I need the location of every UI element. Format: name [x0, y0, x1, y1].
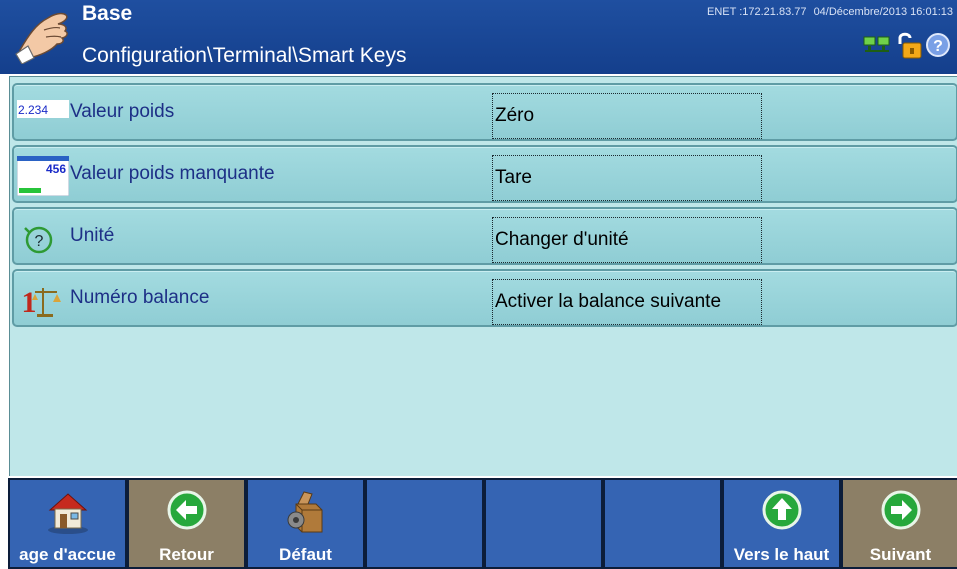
header-bar: Base Configuration\Terminal\Smart Keys E…: [0, 0, 957, 74]
row-label: Unité: [70, 225, 115, 246]
softkey-label: Retour: [159, 545, 214, 564]
breadcrumb: Configuration\Terminal\Smart Keys: [82, 44, 407, 67]
default-button[interactable]: Défaut: [246, 478, 365, 569]
row-value-field[interactable]: Activer la balance suivante: [492, 279, 762, 325]
arrow-up-icon: [724, 488, 839, 536]
default-box-icon: [248, 488, 363, 536]
scale-number-icon-text: 1: [22, 286, 37, 319]
help-icon[interactable]: ?: [925, 32, 951, 63]
missing-weight-icon-text: 456: [46, 162, 66, 176]
status-readout: ENET :172.21.83.77 04/Décembre/2013 16:0…: [703, 6, 953, 18]
date-time: 04/Décembre/2013 16:01:13: [813, 6, 953, 18]
unit-question-icon: ?: [17, 218, 69, 258]
scale-number-icon: 1: [17, 280, 69, 320]
next-button[interactable]: Suivant: [841, 478, 957, 569]
empty-softkey[interactable]: [365, 478, 484, 569]
smart-keys-list: 2.234 Valeur poids Zéro 456 Valeur poids…: [9, 76, 957, 476]
svg-text:?: ?: [933, 38, 943, 55]
unlocked-padlock-icon: [896, 30, 922, 65]
list-item[interactable]: 2.234 Valeur poids Zéro: [12, 83, 957, 141]
row-value-field[interactable]: Tare: [492, 155, 762, 201]
row-value-field[interactable]: Changer d'unité: [492, 217, 762, 263]
empty-softkey[interactable]: [484, 478, 603, 569]
back-button[interactable]: Retour: [127, 478, 246, 569]
list-item[interactable]: 1 Numéro balance Activer la balance suiv…: [12, 269, 957, 327]
weight-value-icon-text: 2.234: [18, 103, 48, 117]
list-item[interactable]: 456 Valeur poids manquante Tare: [12, 145, 957, 203]
softkey-label: Défaut: [279, 545, 332, 564]
softkey-bar: age d'accue Retour Défaut Vers le haut S…: [8, 478, 957, 569]
page-title: Base: [82, 2, 133, 25]
hand-icon: [14, 6, 74, 65]
arrow-right-icon: [843, 488, 957, 536]
row-label: Numéro balance: [70, 287, 210, 308]
network-address: ENET :172.21.83.77: [707, 6, 807, 18]
softkey-label: Vers le haut: [733, 545, 830, 564]
home-icon: [10, 488, 125, 536]
unit-question-icon-text: ?: [35, 233, 44, 250]
row-label: Valeur poids: [70, 101, 175, 122]
home-button[interactable]: age d'accue: [8, 478, 127, 569]
row-value-field[interactable]: Zéro: [492, 93, 762, 139]
row-label: Valeur poids manquante: [70, 163, 275, 184]
arrow-left-icon: [129, 488, 244, 536]
empty-softkey[interactable]: [603, 478, 722, 569]
network-icon: [863, 34, 893, 61]
missing-weight-icon: 456: [17, 156, 69, 196]
list-item[interactable]: ? Unité Changer d'unité: [12, 207, 957, 265]
softkey-label: age d'accue: [19, 545, 116, 564]
weight-value-icon: 2.234: [17, 94, 69, 134]
scroll-up-button[interactable]: Vers le haut: [722, 478, 841, 569]
header-status-icons: ?: [863, 32, 951, 62]
softkey-label: Suivant: [869, 545, 932, 564]
